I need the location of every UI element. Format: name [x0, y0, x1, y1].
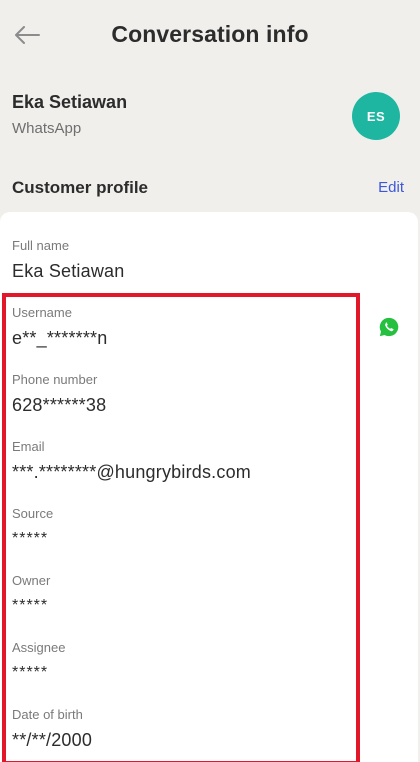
- contact-summary: Eka Setiawan WhatsApp ES: [12, 92, 408, 144]
- header: Conversation info: [0, 0, 420, 72]
- field-value: e**_*******n: [12, 328, 108, 348]
- edit-profile-link[interactable]: Edit: [378, 179, 404, 196]
- field-date-of-birth: Date of birth **/**/2000: [12, 707, 352, 751]
- field-label: Email: [12, 439, 45, 454]
- field-value: *****: [12, 597, 49, 614]
- field-assignee: Assignee *****: [12, 640, 352, 684]
- field-username: Username e**_*******n: [12, 305, 352, 349]
- field-label: Assignee: [12, 640, 66, 655]
- field-value: ***.********@hungrybirds.com: [12, 462, 251, 482]
- customer-profile-title: Customer profile: [12, 178, 149, 197]
- page-title: Conversation info: [111, 21, 309, 47]
- field-owner: Owner *****: [12, 573, 352, 617]
- customer-profile-header: Customer profile Edit: [12, 178, 404, 202]
- conversation-info-screen: Conversation info Eka Setiawan WhatsApp …: [0, 0, 420, 762]
- field-label: Phone number: [12, 372, 98, 387]
- field-value: **/**/2000: [12, 730, 93, 750]
- whatsapp-glyph: [379, 317, 399, 337]
- field-phone-number: Phone number 628******38: [12, 372, 352, 416]
- avatar: ES: [352, 92, 400, 140]
- field-value: *****: [12, 664, 49, 681]
- contact-channel: WhatsApp: [12, 120, 82, 137]
- field-email: Email ***.********@hungrybirds.com: [12, 439, 352, 483]
- field-value: *****: [12, 530, 49, 547]
- whatsapp-icon[interactable]: [378, 316, 400, 338]
- field-full-name: Full name Eka Setiawan: [12, 238, 352, 282]
- field-label: Username: [12, 305, 72, 320]
- field-label: Full name: [12, 238, 70, 253]
- field-source: Source *****: [12, 506, 352, 550]
- field-label: Owner: [12, 573, 51, 588]
- field-value: Eka Setiawan: [12, 261, 125, 281]
- field-label: Date of birth: [12, 707, 83, 722]
- field-value: 628******38: [12, 395, 107, 415]
- field-label: Source: [12, 506, 54, 521]
- contact-name: Eka Setiawan: [12, 92, 128, 112]
